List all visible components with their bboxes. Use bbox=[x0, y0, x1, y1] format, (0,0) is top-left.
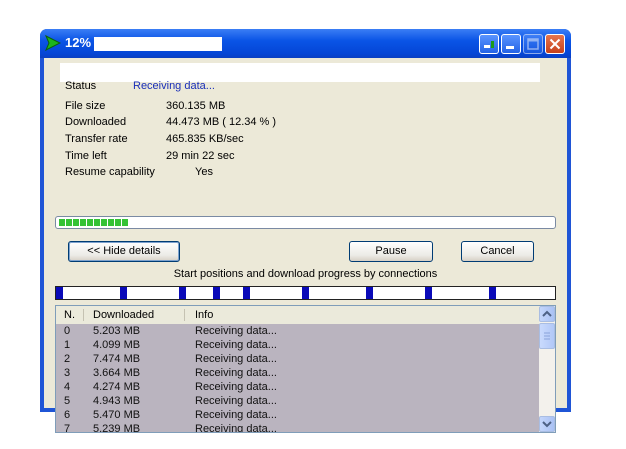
list-row[interactable]: 7 5.239 MB Receiving data... bbox=[56, 422, 541, 433]
connection-marker bbox=[243, 287, 250, 299]
connection-marker bbox=[56, 287, 63, 299]
download-window: 12% Status Receiving data... File size 3… bbox=[40, 29, 571, 433]
minimize-to-tray-button[interactable] bbox=[479, 34, 499, 54]
file-size-value: 360.135 MB bbox=[166, 100, 226, 112]
row-number: 1 bbox=[64, 339, 71, 351]
progress-segment bbox=[108, 219, 114, 226]
connections-caption: Start positions and download progress by… bbox=[173, 268, 438, 280]
downloaded-value: 44.473 MB ( 12.34 % ) bbox=[166, 116, 277, 128]
vertical-scrollbar[interactable] bbox=[539, 306, 555, 432]
time-left-value: 29 min 22 sec bbox=[166, 150, 235, 162]
downloaded-label: Downloaded bbox=[65, 116, 127, 128]
row-number: 2 bbox=[64, 353, 71, 365]
scroll-up-button[interactable] bbox=[539, 306, 555, 322]
tray-icon bbox=[484, 41, 494, 48]
row-info: Receiving data... bbox=[195, 353, 277, 365]
status-label: Status bbox=[65, 80, 97, 92]
list-row[interactable]: 6 5.470 MB Receiving data... bbox=[56, 408, 541, 422]
minimize-icon bbox=[506, 46, 514, 49]
chevron-down-icon bbox=[542, 421, 552, 428]
list-row[interactable]: 5 4.943 MB Receiving data... bbox=[56, 394, 541, 408]
time-left-label: Time left bbox=[65, 150, 107, 162]
progress-segment bbox=[87, 219, 93, 226]
row-downloaded: 5.203 MB bbox=[93, 325, 141, 337]
row-number: 4 bbox=[64, 381, 71, 393]
close-icon bbox=[549, 38, 561, 50]
header-number[interactable]: N. bbox=[64, 309, 75, 321]
hide-details-button[interactable]: << Hide details bbox=[68, 241, 180, 262]
scroll-thumb[interactable] bbox=[539, 323, 555, 349]
row-downloaded: 4.274 MB bbox=[93, 381, 141, 393]
row-info: Receiving data... bbox=[195, 423, 277, 433]
row-downloaded: 4.943 MB bbox=[93, 395, 141, 407]
transfer-rate-label: Transfer rate bbox=[65, 133, 128, 145]
scroll-down-button[interactable] bbox=[539, 416, 555, 432]
maximize-button[interactable] bbox=[523, 34, 543, 54]
connection-marker bbox=[489, 287, 496, 299]
header-downloaded[interactable]: Downloaded bbox=[93, 309, 154, 321]
url-field bbox=[60, 63, 540, 82]
close-button[interactable] bbox=[545, 34, 565, 54]
window-title: 12% bbox=[65, 35, 92, 50]
list-row[interactable]: 4 4.274 MB Receiving data... bbox=[56, 380, 541, 394]
row-info: Receiving data... bbox=[195, 395, 277, 407]
row-downloaded: 5.470 MB bbox=[93, 409, 141, 421]
connections-list[interactable]: N. Downloaded Info 0 5.203 MB Receiving da… bbox=[55, 305, 556, 433]
list-row[interactable]: 2 7.474 MB Receiving data... bbox=[56, 352, 541, 366]
row-downloaded: 5.239 MB bbox=[93, 423, 141, 433]
connection-marker bbox=[366, 287, 373, 299]
row-number: 6 bbox=[64, 409, 71, 421]
connection-marker bbox=[179, 287, 186, 299]
connection-marker bbox=[120, 287, 127, 299]
progress-segment bbox=[94, 219, 100, 226]
chevron-up-icon bbox=[542, 310, 552, 317]
row-info: Receiving data... bbox=[195, 409, 277, 421]
header-info[interactable]: Info bbox=[195, 309, 213, 321]
minimize-button[interactable] bbox=[501, 34, 521, 54]
header-divider bbox=[184, 309, 185, 321]
header-divider bbox=[83, 309, 84, 321]
title-bar[interactable]: 12% bbox=[40, 29, 571, 58]
row-downloaded: 4.099 MB bbox=[93, 339, 141, 351]
window-client-area: Status Receiving data... File size 360.1… bbox=[44, 58, 567, 433]
cancel-button[interactable]: Cancel bbox=[461, 241, 534, 262]
list-row[interactable]: 1 4.099 MB Receiving data... bbox=[56, 338, 541, 352]
pause-button[interactable]: Pause bbox=[349, 241, 433, 262]
status-value: Receiving data... bbox=[133, 80, 215, 92]
list-header: N. Downloaded Info bbox=[56, 306, 541, 325]
progress-segment bbox=[66, 219, 72, 226]
connections-progress-bar bbox=[55, 286, 556, 300]
maximize-icon bbox=[527, 38, 539, 50]
row-number: 3 bbox=[64, 367, 71, 379]
row-info: Receiving data... bbox=[195, 367, 277, 379]
row-number: 0 bbox=[64, 325, 71, 337]
file-size-label: File size bbox=[65, 100, 106, 112]
title-url-box bbox=[94, 37, 222, 51]
progress-segment bbox=[115, 219, 121, 226]
connection-marker bbox=[425, 287, 432, 299]
resume-capability-value: Yes bbox=[195, 166, 213, 178]
row-number: 5 bbox=[64, 395, 71, 407]
progress-segment bbox=[80, 219, 86, 226]
list-row[interactable]: 0 5.203 MB Receiving data... bbox=[56, 324, 541, 338]
row-info: Receiving data... bbox=[195, 339, 277, 351]
green-play-arrow-icon bbox=[45, 35, 61, 51]
row-downloaded: 7.474 MB bbox=[93, 353, 141, 365]
download-progress-bar bbox=[55, 216, 556, 229]
progress-segment bbox=[73, 219, 79, 226]
list-row[interactable]: 3 3.664 MB Receiving data... bbox=[56, 366, 541, 380]
progress-segment bbox=[101, 219, 107, 226]
resume-capability-label: Resume capability bbox=[65, 166, 155, 178]
list-rows: 0 5.203 MB Receiving data... 1 4.099 MB Recei… bbox=[56, 324, 541, 433]
row-info: Receiving data... bbox=[195, 381, 277, 393]
progress-segment bbox=[122, 219, 128, 226]
grip-icon bbox=[544, 332, 550, 340]
transfer-rate-value: 465.835 KB/sec bbox=[166, 133, 244, 145]
row-downloaded: 3.664 MB bbox=[93, 367, 141, 379]
row-info: Receiving data... bbox=[195, 325, 277, 337]
row-number: 7 bbox=[64, 423, 71, 433]
progress-segment bbox=[59, 219, 65, 226]
connection-marker bbox=[213, 287, 220, 299]
connection-marker bbox=[302, 287, 309, 299]
